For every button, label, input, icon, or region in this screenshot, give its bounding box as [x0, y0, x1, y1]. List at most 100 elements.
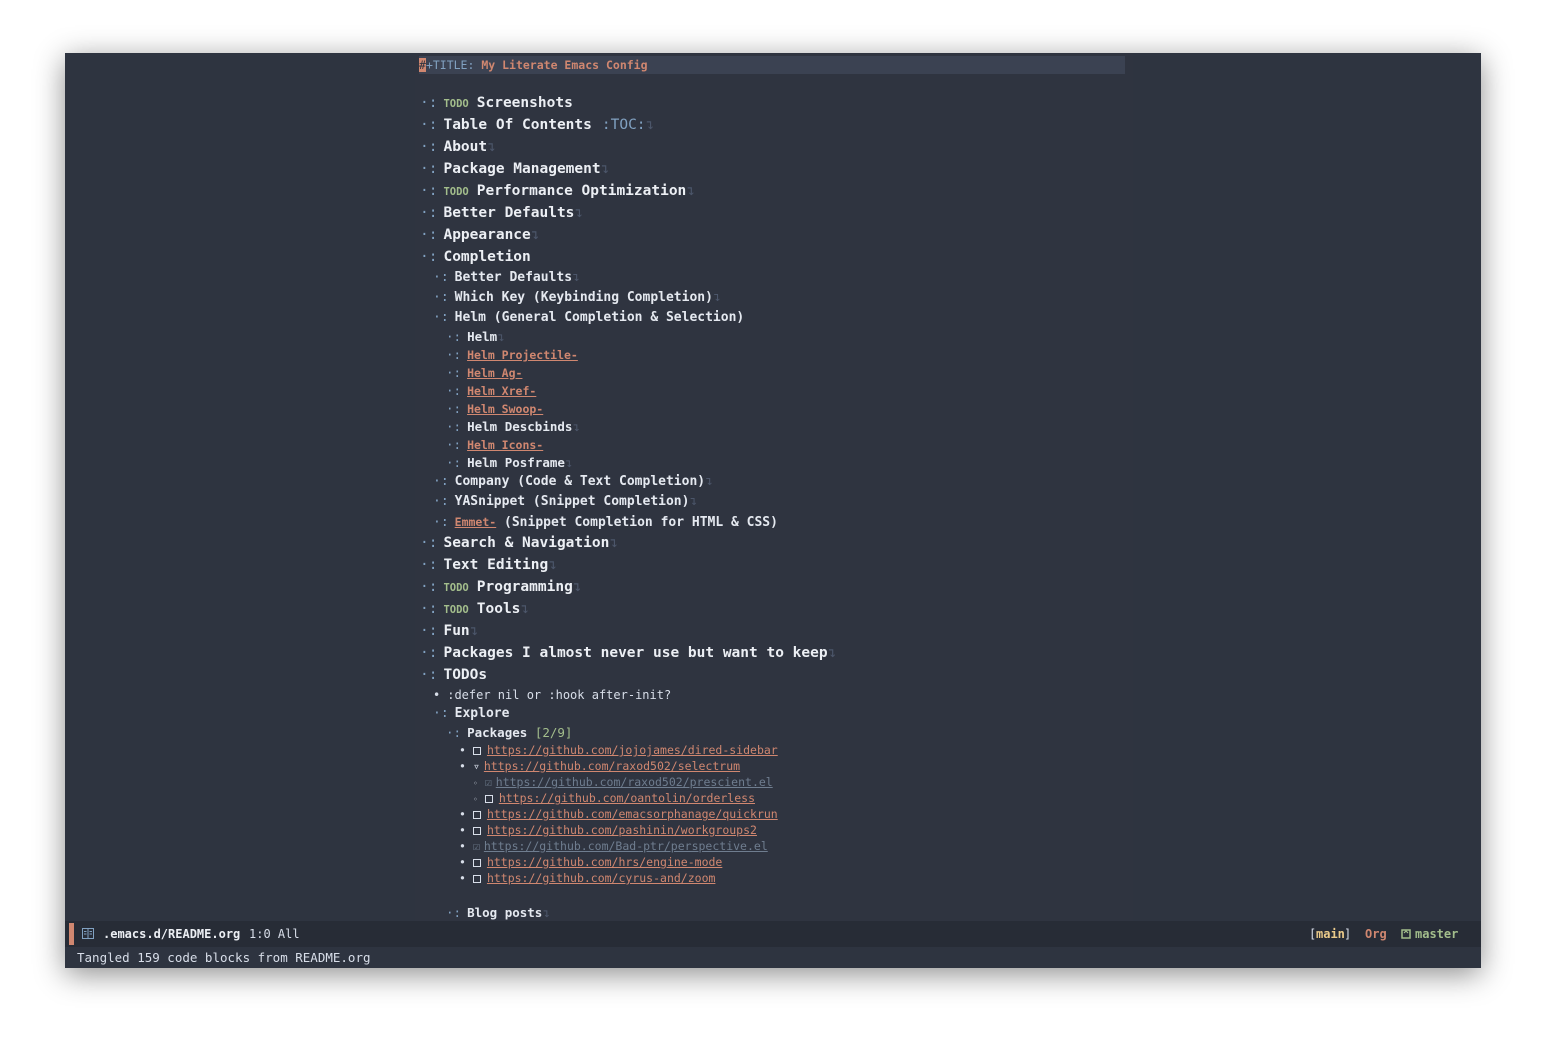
package-link[interactable]: https://github.com/pashinin/workgroups2: [487, 823, 757, 837]
heading-helm-descbinds[interactable]: ·: Helm Descbinds↴: [420, 418, 1133, 436]
heading-completion-better-defaults[interactable]: ·: Better Defaults↴: [420, 268, 1133, 288]
heading-helm-xref[interactable]: ·: Helm Xref-: [420, 382, 1133, 400]
heading-explore[interactable]: ·: Explore: [420, 704, 1133, 724]
checklist-item[interactable]: • ☑ https://github.com/Bad-ptr/perspective…: [420, 838, 1133, 854]
heading-screenshots[interactable]: ·: TODO Screenshots: [420, 92, 1133, 114]
title-line[interactable]: #+TITLE: My Literate Emacs Config: [419, 56, 1125, 74]
heading-emmet[interactable]: ·: Emmet- (Snippet Completion for HTML & …: [420, 512, 1133, 532]
checkbox-empty-icon[interactable]: [472, 827, 481, 835]
heading-packages[interactable]: ·: Packages [2/9]: [420, 724, 1133, 742]
checkbox-partial-icon[interactable]: ▿: [473, 759, 480, 773]
checklist-item[interactable]: • ▿ https://github.com/raxod502/selectrum: [420, 758, 1133, 774]
heading-text: Company (Code & Text Completion): [454, 474, 706, 489]
cursor: #: [419, 58, 426, 72]
package-link[interactable]: https://github.com/jojojames/dired-sideb…: [487, 743, 778, 757]
heading-yasnippet[interactable]: ·: YASnippet (Snippet Completion)↴: [420, 492, 1133, 512]
heading-todos[interactable]: ·: TODOs: [420, 664, 1133, 686]
git-branch[interactable]: master: [1415, 921, 1458, 947]
heading-helm-ag[interactable]: ·: Helm Ag-: [420, 364, 1133, 382]
heading-package-management[interactable]: ·: Package Management↴: [420, 158, 1133, 180]
package-link[interactable]: https://github.com/hrs/engine-mode: [487, 855, 722, 869]
checkbox-checked-icon[interactable]: ☑: [473, 839, 480, 853]
heading-star: ·:: [420, 535, 438, 551]
heading-text: Helm (General Completion & Selection): [454, 310, 745, 325]
bullet-icon: •: [459, 759, 466, 773]
heading-link[interactable]: Helm Ag-: [467, 366, 522, 380]
heading-helm[interactable]: ·: Helm↴: [420, 328, 1133, 346]
heading-text-editing[interactable]: ·: Text Editing↴: [420, 554, 1133, 576]
heading-text: Packages: [467, 725, 528, 740]
package-link[interactable]: https://github.com/raxod502/selectrum: [484, 759, 740, 773]
heading-helm-general[interactable]: ·: Helm (General Completion & Selection): [420, 308, 1133, 328]
fold-ellipsis: ↴: [609, 535, 619, 551]
checkbox-checked-icon[interactable]: ☑: [485, 775, 492, 789]
checkbox-empty-icon[interactable]: [472, 747, 481, 755]
heading-link[interactable]: Helm Xref-: [467, 384, 536, 398]
heading-programming[interactable]: ·: TODO Programming↴: [420, 576, 1133, 598]
checklist-item[interactable]: • https://github.com/hrs/engine-mode: [420, 854, 1133, 870]
heading-helm-icons[interactable]: ·: Helm Icons-: [420, 436, 1133, 454]
checkbox-empty-icon[interactable]: [472, 811, 481, 819]
todo-keyword: TODO: [443, 604, 469, 616]
title-value: My Literate Emacs Config: [481, 58, 648, 72]
fold-ellipsis: ↴: [827, 645, 837, 661]
package-link[interactable]: https://github.com/raxod502/prescient.el: [496, 775, 773, 789]
heading-link[interactable]: Emmet-: [455, 515, 497, 529]
package-link[interactable]: https://github.com/oantolin/orderless: [499, 791, 755, 805]
list-item[interactable]: •:defer nil or :hook after-init?: [420, 686, 1133, 704]
package-link[interactable]: https://github.com/emacsorphanage/quickr…: [487, 807, 778, 821]
heading-star: ·:: [433, 494, 449, 509]
heading-company[interactable]: ·: Company (Code & Text Completion)↴: [420, 472, 1133, 492]
heading-link[interactable]: Helm Swoop-: [467, 402, 543, 416]
buffer-filename[interactable]: .emacs.d/README.org: [103, 921, 240, 947]
fold-ellipsis: ↴: [689, 494, 698, 509]
fold-ellipsis: ↴: [487, 139, 496, 155]
bullet-icon: •: [459, 839, 466, 853]
package-link[interactable]: https://github.com/Bad-ptr/perspective.e…: [484, 839, 768, 853]
heading-helm-swoop[interactable]: ·: Helm Swoop-: [420, 400, 1133, 418]
heading-text: Better Defaults: [443, 205, 575, 221]
heading-completion[interactable]: ·: Completion: [420, 246, 1133, 268]
fold-ellipsis: ↴: [572, 270, 580, 285]
heading-performance-optimization[interactable]: ·: TODO Performance Optimization↴: [420, 180, 1133, 202]
checkbox-empty-icon[interactable]: [472, 875, 481, 883]
heading-star: ·:: [433, 270, 449, 285]
heading-which-key[interactable]: ·: Which Key (Keybinding Completion)↴: [420, 288, 1133, 308]
org-buffer[interactable]: #+TITLE: My Literate Emacs Config ·: TODO…: [415, 53, 1133, 921]
heading-blog-posts[interactable]: ·: Blog posts↴: [420, 904, 1133, 921]
fold-ellipsis: ↴: [572, 579, 582, 595]
checklist-item[interactable]: • https://github.com/jojojames/dired-side…: [420, 742, 1133, 758]
checklist-item[interactable]: • https://github.com/emacsorphanage/quick…: [420, 806, 1133, 822]
checklist-subitem[interactable]: ◦ ☑ https://github.com/raxod502/prescient.…: [420, 774, 1133, 790]
heading-star: ·:: [433, 474, 449, 489]
heading-helm-posframe[interactable]: ·: Helm Posframe↴: [420, 454, 1133, 472]
heading-link[interactable]: Helm Icons-: [467, 438, 543, 452]
heading-link[interactable]: Helm Projectile-: [467, 348, 578, 362]
heading-text: Better Defaults: [454, 270, 573, 285]
checkbox-empty-icon[interactable]: [472, 859, 481, 867]
checklist-item[interactable]: • https://github.com/pashinin/workgroups2: [420, 822, 1133, 838]
heading-table-of-contents[interactable]: ·: Table Of Contents:TOC:↴: [420, 114, 1133, 136]
heading-star: ·:: [433, 706, 449, 721]
heading-better-defaults[interactable]: ·: Better Defaults↴: [420, 202, 1133, 224]
heading-tools[interactable]: ·: TODO Tools↴: [420, 598, 1133, 620]
heading-packages-never-use[interactable]: ·: Packages I almost never use but want t…: [420, 642, 1133, 664]
heading-text: Performance Optimization: [476, 183, 687, 199]
checkbox-empty-icon[interactable]: [484, 795, 493, 803]
heading-helm-projectile[interactable]: ·: Helm Projectile-: [420, 346, 1133, 364]
heading-star: ·:: [420, 117, 438, 133]
checklist-item[interactable]: • https://github.com/cyrus-and/zoom: [420, 870, 1133, 886]
workspace-name[interactable]: main: [1316, 921, 1345, 947]
package-link[interactable]: https://github.com/cyrus-and/zoom: [487, 871, 715, 885]
heading-star: ·:: [420, 183, 438, 199]
heading-about[interactable]: ·: About↴: [420, 136, 1133, 158]
heading-star: ·:: [446, 401, 462, 416]
checklist-subitem[interactable]: ◦ https://github.com/oantolin/orderless: [420, 790, 1133, 806]
heading-search-navigation[interactable]: ·: Search & Navigation↴: [420, 532, 1133, 554]
major-mode[interactable]: Org: [1365, 921, 1387, 947]
heading-appearance[interactable]: ·: Appearance↴: [420, 224, 1133, 246]
fold-ellipsis: ↴: [530, 227, 540, 243]
heading-text: (Snippet Completion for HTML & CSS): [504, 515, 778, 530]
heading-fun[interactable]: ·: Fun↴: [420, 620, 1133, 642]
